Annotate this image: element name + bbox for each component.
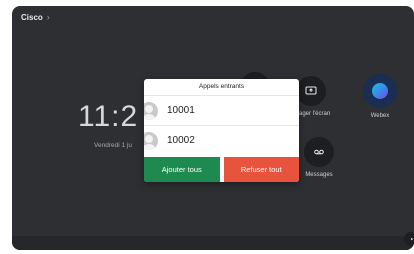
share-screen-icon (296, 76, 327, 106)
caller-number: 10001 (167, 105, 195, 116)
tile-webex[interactable]: Webex (363, 74, 397, 119)
call-row[interactable]: 10002 (144, 125, 299, 155)
assistant-icon[interactable]: ◔ (404, 232, 414, 246)
dialog-title: Appels entrants (198, 83, 245, 90)
voicemail-icon (304, 137, 334, 167)
home-clock: 11:2 (78, 100, 139, 133)
webex-label: Webex (370, 113, 390, 119)
brand-header[interactable]: Cisco › (21, 12, 50, 22)
home-date: Vendredi 1 ju (94, 142, 132, 149)
decline-all-button[interactable]: Refuser tout (223, 157, 299, 182)
accept-all-button[interactable]: Ajouter tous (144, 157, 220, 182)
incoming-calls-dialog: Appels entrants 10001 10002 Ajouter tous… (144, 79, 299, 182)
brand-label: Cisco (21, 12, 43, 22)
messages-label: Messages (305, 172, 333, 178)
avatar (144, 102, 158, 120)
call-row[interactable]: 10001 (144, 95, 299, 125)
webex-logo (372, 83, 388, 99)
dialog-actions: Ajouter tous Refuser tout (144, 157, 299, 182)
avatar (144, 132, 158, 150)
device-screen: Cisco › 11:2 Vendredi 1 ju artager l'écr… (12, 6, 414, 250)
bottom-bar (12, 236, 414, 250)
tile-messages[interactable]: Messages (304, 137, 334, 178)
chevron-right-icon: › (46, 12, 50, 22)
caller-number: 10002 (167, 135, 195, 146)
webex-icon (363, 74, 397, 108)
